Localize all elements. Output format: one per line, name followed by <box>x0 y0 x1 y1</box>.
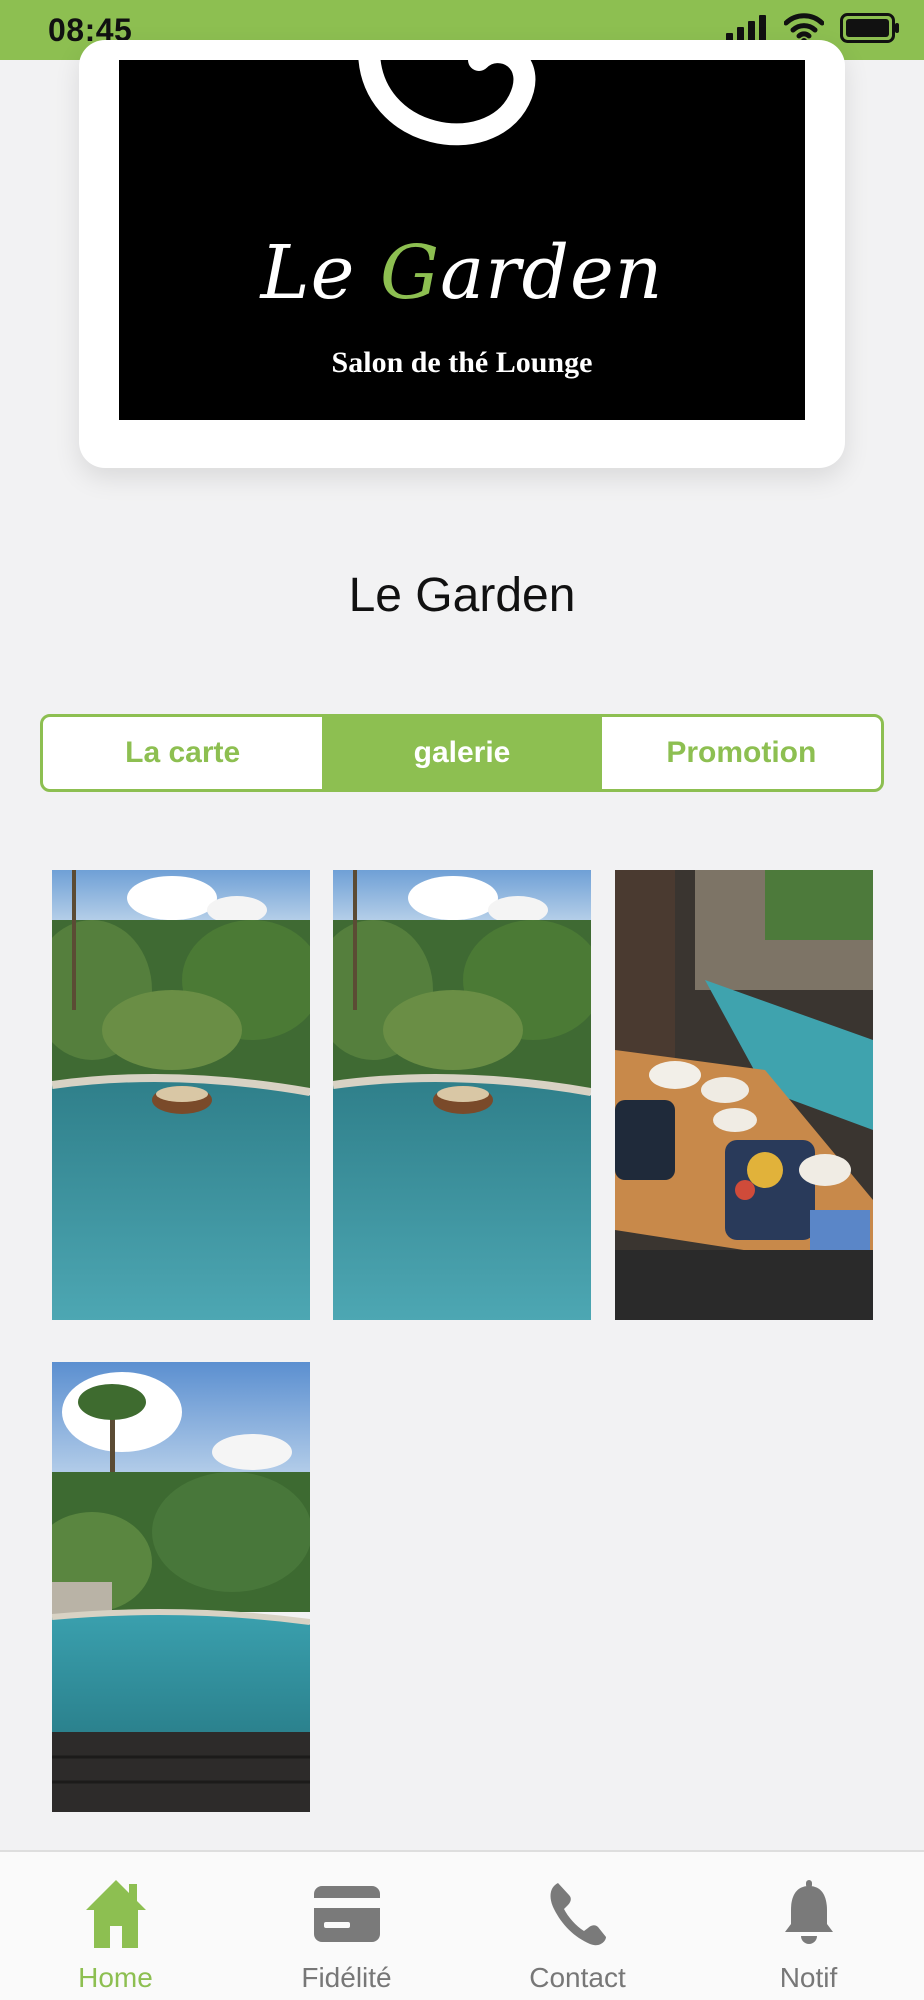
gallery-photo-2[interactable] <box>333 870 591 1320</box>
logo-script-le: Le <box>260 230 380 316</box>
nav-label-home: Home <box>78 1962 153 1993</box>
home-icon <box>84 1874 148 1954</box>
ornament-icon <box>358 60 536 146</box>
gallery-photo-4[interactable] <box>52 1362 310 1812</box>
tab-la-carte[interactable]: La carte <box>43 717 322 789</box>
nav-label-fidelite: Fidélité <box>301 1962 392 1993</box>
nav-home[interactable]: Home <box>26 1852 206 2000</box>
gallery-photo-3[interactable] <box>615 870 873 1320</box>
bell-icon <box>783 1874 835 1954</box>
bottom-nav: Home Fidélité Contact Notif <box>0 1850 924 2000</box>
segmented-tabs: La carte galerie Promotion <box>40 714 884 792</box>
logo-image: Le Garden Salon de thé Lounge <box>119 60 805 420</box>
nav-fidelite[interactable]: Fidélité <box>257 1852 437 2000</box>
nav-label-notif: Notif <box>779 1962 838 1993</box>
logo-script-rest: arden <box>440 230 664 316</box>
page-title: Le Garden <box>348 569 576 622</box>
battery-icon <box>840 12 900 48</box>
nav-contact[interactable]: Contact <box>488 1852 668 2000</box>
logo-script-text: Le Garden <box>119 230 805 316</box>
logo-card: Le Garden Salon de thé Lounge <box>79 40 845 468</box>
phone-icon <box>548 1874 608 1954</box>
nav-notif[interactable]: Notif <box>719 1852 899 2000</box>
logo-script-g: G <box>380 230 441 316</box>
tab-galerie[interactable]: galerie <box>322 717 602 789</box>
logo-tagline: Salon de thé Lounge <box>331 346 593 379</box>
tab-promotion[interactable]: Promotion <box>602 717 881 789</box>
card-icon <box>313 1874 380 1954</box>
nav-label-contact: Contact <box>529 1962 626 1993</box>
gallery-photo-1[interactable] <box>52 870 310 1320</box>
